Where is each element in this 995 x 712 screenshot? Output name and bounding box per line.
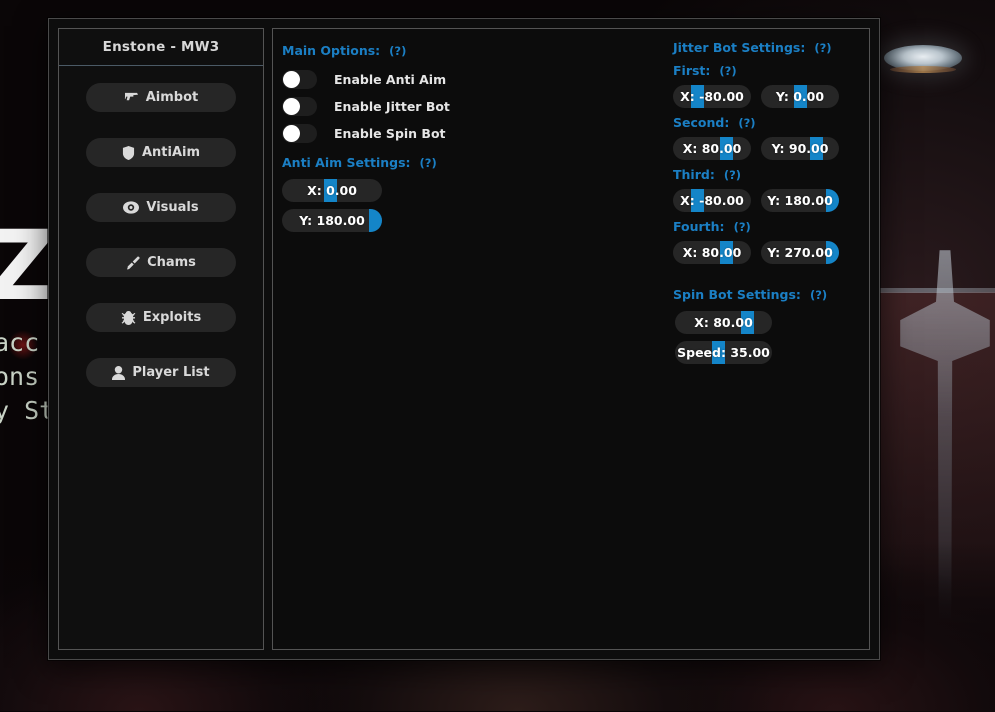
jitter-third-slider-row: X: -80.00 Y: 180.00 (673, 189, 868, 212)
jitter-bot-settings-heading-label: Jitter Bot Settings: (673, 40, 805, 55)
jitter-group-fourth-help-icon[interactable]: (?) (734, 220, 751, 234)
slider-value-anti-aim-y: Y: 180.00 (299, 213, 365, 228)
sidebar-item-label: Exploits (143, 310, 201, 325)
slider-anti-aim-x[interactable]: X: 0.00 (282, 179, 382, 202)
toggle-enable-jitter-bot[interactable] (282, 97, 317, 116)
sidebar-item-label: Visuals (146, 200, 198, 215)
slider-value-anti-aim-x: X: 0.00 (307, 183, 357, 198)
slider-spin-bot-x[interactable]: X: 80.00 (675, 311, 772, 334)
main-options-heading-label: Main Options: (282, 43, 380, 58)
toggle-row-jitter-bot: Enable Jitter Bot (282, 95, 667, 117)
spin-bot-settings-heading: Spin Bot Settings: (?) (673, 287, 868, 302)
slider-jitter-first-y[interactable]: Y: 0.00 (761, 85, 839, 108)
slider-value-jitter-first-y: Y: 0.00 (776, 89, 824, 104)
slider-value-jitter-first-x: X: -80.00 (680, 89, 744, 104)
sidebar-item-visuals[interactable]: Visuals (86, 193, 236, 222)
jitter-bot-settings-help-icon[interactable]: (?) (814, 41, 831, 55)
jitter-group-third-label: Third: (?) (673, 167, 868, 182)
sidebar: Enstone - MW3 Aimbot AntiAim Visuals Cha… (58, 28, 264, 650)
slider-jitter-fourth-y[interactable]: Y: 270.00 (761, 241, 839, 264)
toggle-knob (283, 98, 300, 115)
content-panel: Main Options: (?) Enable Anti Aim Enable… (272, 28, 870, 650)
jitter-bot-settings-heading: Jitter Bot Settings: (?) (673, 40, 868, 55)
toggle-label-jitter-bot: Enable Jitter Bot (334, 99, 450, 114)
slider-jitter-third-x[interactable]: X: -80.00 (673, 189, 751, 212)
jitter-group-fourth-label: Fourth: (?) (673, 219, 868, 234)
right-settings-column: Jitter Bot Settings: (?) First: (?) X: -… (673, 29, 868, 364)
sidebar-item-label: Aimbot (146, 90, 199, 105)
left-settings-column: Main Options: (?) Enable Anti Aim Enable… (282, 29, 667, 232)
sidebar-item-label: Player List (132, 365, 209, 380)
slider-anti-aim-y[interactable]: Y: 180.00 (282, 209, 382, 232)
sidebar-item-antiaim[interactable]: AntiAim (86, 138, 236, 167)
paintbrush-icon (126, 256, 140, 270)
sidebar-item-chams[interactable]: Chams (86, 248, 236, 277)
jitter-group-second-text: Second: (673, 115, 729, 130)
jitter-group-first-text: First: (673, 63, 710, 78)
toggle-row-anti-aim: Enable Anti Aim (282, 68, 667, 90)
toggle-label-anti-aim: Enable Anti Aim (334, 72, 446, 87)
spin-bot-settings-help-icon[interactable]: (?) (810, 288, 827, 302)
background-site-line-1: acc (0, 328, 39, 357)
sidebar-item-aimbot[interactable]: Aimbot (86, 83, 236, 112)
background-website-text: Z acc ons y St (0, 210, 52, 450)
cheat-menu-window: Enstone - MW3 Aimbot AntiAim Visuals Cha… (48, 18, 880, 660)
slider-value-jitter-fourth-y: Y: 270.00 (767, 245, 833, 260)
main-options-heading: Main Options: (?) (282, 43, 667, 58)
jitter-group-fourth-text: Fourth: (673, 219, 725, 234)
sidebar-item-label: Chams (147, 255, 196, 270)
shield-icon (122, 146, 135, 160)
slider-jitter-fourth-x[interactable]: X: 80.00 (673, 241, 751, 264)
toggle-knob (283, 71, 300, 88)
anti-aim-settings-help-icon[interactable]: (?) (420, 156, 437, 170)
toggle-label-spin-bot: Enable Spin Bot (334, 126, 446, 141)
slider-jitter-first-x[interactable]: X: -80.00 (673, 85, 751, 108)
slider-handle[interactable] (369, 209, 382, 232)
slider-value-jitter-second-x: X: 80.00 (683, 141, 742, 156)
jitter-group-third-text: Third: (673, 167, 715, 182)
jitter-group-first-label: First: (?) (673, 63, 868, 78)
jitter-group-second-label: Second: (?) (673, 115, 868, 130)
slider-value-jitter-third-y: Y: 180.00 (767, 193, 833, 208)
spin-bot-settings-heading-label: Spin Bot Settings: (673, 287, 801, 302)
background-site-heading: Z (0, 218, 52, 314)
sidebar-item-label: AntiAim (142, 145, 200, 160)
jitter-first-slider-row: X: -80.00 Y: 0.00 (673, 85, 868, 108)
jitter-second-slider-row: X: 80.00 Y: 90.00 (673, 137, 868, 160)
jitter-group-first-help-icon[interactable]: (?) (719, 64, 736, 78)
bug-icon (121, 311, 136, 325)
slider-jitter-second-x[interactable]: X: 80.00 (673, 137, 751, 160)
slider-spin-bot-speed[interactable]: Speed: 35.00 (675, 341, 772, 364)
jitter-group-third-help-icon[interactable]: (?) (724, 168, 741, 182)
pistol-icon (124, 91, 139, 104)
toggle-enable-spin-bot[interactable] (282, 124, 317, 143)
sidebar-item-exploits[interactable]: Exploits (86, 303, 236, 332)
toggle-row-spin-bot: Enable Spin Bot (282, 122, 667, 144)
background-site-line-3: y St (0, 396, 52, 425)
slider-value-jitter-second-y: Y: 90.00 (772, 141, 829, 156)
slider-value-spin-bot-x: X: 80.00 (694, 315, 753, 330)
main-options-help-icon[interactable]: (?) (389, 44, 406, 58)
slider-jitter-third-y[interactable]: Y: 180.00 (761, 189, 839, 212)
eye-icon (123, 201, 139, 214)
menu-title: Enstone - MW3 (59, 39, 263, 66)
anti-aim-settings-heading-label: Anti Aim Settings: (282, 155, 411, 170)
slider-jitter-second-y[interactable]: Y: 90.00 (761, 137, 839, 160)
toggle-enable-anti-aim[interactable] (282, 70, 317, 89)
slider-value-jitter-third-x: X: -80.00 (680, 193, 744, 208)
jitter-group-second-help-icon[interactable]: (?) (738, 116, 755, 130)
slider-value-jitter-fourth-x: X: 80.00 (683, 245, 742, 260)
background-rail (862, 288, 995, 293)
sidebar-item-player-list[interactable]: Player List (86, 358, 236, 387)
anti-aim-settings-heading: Anti Aim Settings: (?) (282, 155, 667, 170)
jitter-fourth-slider-row: X: 80.00 Y: 270.00 (673, 241, 868, 264)
toggle-knob (283, 125, 300, 142)
user-icon (112, 366, 125, 380)
background-site-line-2: ons (0, 362, 39, 391)
slider-value-spin-bot-speed: Speed: 35.00 (677, 345, 770, 360)
background-lamp (884, 45, 962, 71)
